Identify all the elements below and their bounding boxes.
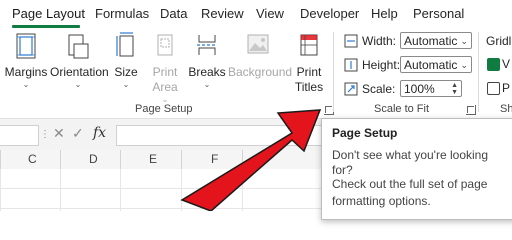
tooltip-text-2: Check out the full set of page	[332, 177, 488, 191]
tooltip-text-1: Don't see what you're looking for?	[332, 148, 489, 177]
tooltip-text-3: formatting options.	[332, 194, 431, 208]
page-setup-tooltip: Page Setup Don't see what you're looking…	[321, 118, 512, 220]
tooltip-title: Page Setup	[332, 126, 398, 140]
